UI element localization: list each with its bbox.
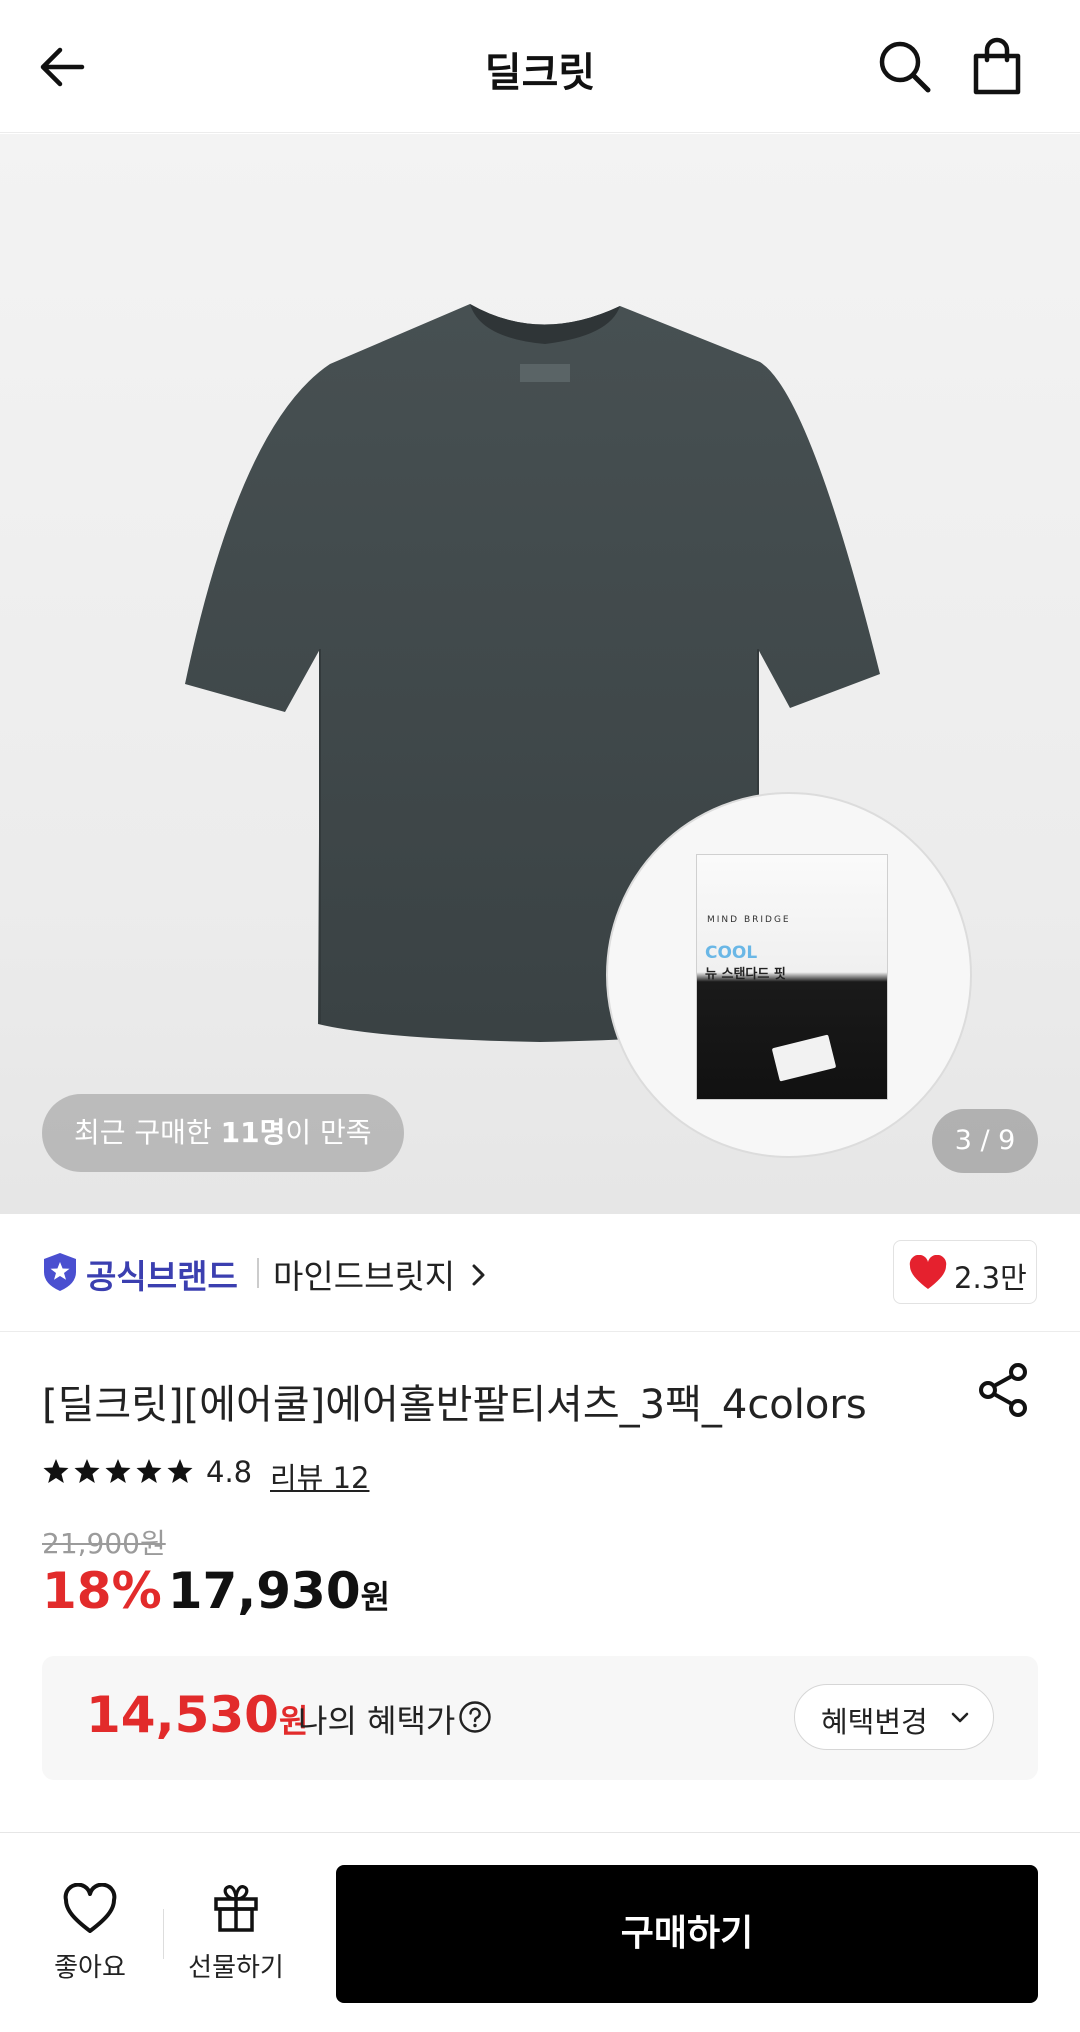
like-count: 2.3만 [954, 1261, 1027, 1295]
satisfaction-prefix: 최근 구매한 [74, 1116, 221, 1149]
price-currency: 원 [360, 1578, 391, 1616]
chevron-down-icon [951, 1712, 969, 1723]
satisfaction-count: 11명 [220, 1116, 286, 1149]
product-image-carousel[interactable]: MIND BRIDGE COOL 뉴 스탠다드 핏 최근 구매한 11명이 만족… [0, 134, 1080, 1214]
shopping-bag-icon[interactable] [962, 32, 1032, 102]
product-title: [딜크릿][에어쿨]에어홀반팔티셔츠_3팩_4colors [42, 1382, 867, 1428]
like-count-button[interactable]: 2.3만 [893, 1240, 1037, 1304]
heart-outline-icon [63, 1883, 117, 1933]
package-bag: MIND BRIDGE COOL 뉴 스탠다드 핏 [696, 854, 888, 1100]
change-benefit-label: 혜택변경 [821, 1705, 928, 1739]
package-cool-text: COOL [705, 943, 758, 963]
discount-rate: 18% [42, 1562, 162, 1620]
benefit-price-label: 나의 혜택가 [298, 1702, 456, 1740]
sale-price: 17,930 [167, 1562, 361, 1620]
package-brand-text: MIND BRIDGE [707, 915, 791, 925]
chevron-right-icon[interactable] [469, 1262, 489, 1288]
satisfaction-badge: 최근 구매한 11명이 만족 [42, 1094, 404, 1172]
help-question-icon[interactable] [458, 1700, 492, 1734]
gift-button[interactable]: 선물하기 [180, 1883, 292, 1993]
gift-icon [214, 1885, 258, 1932]
price-row: 18% 17,930원 [42, 1562, 390, 1622]
package-sub-text: 뉴 스탠다드 핏 [705, 967, 786, 982]
satisfaction-suffix: 이 만족 [285, 1116, 372, 1149]
official-brand-label: 공식브랜드 [86, 1257, 238, 1296]
brand-name-link[interactable]: 마인드브릿지 [273, 1250, 455, 1298]
benefit-price-box: 14,530원 나의 혜택가 혜택변경 [42, 1656, 1038, 1780]
heart-filled-icon [909, 1255, 947, 1289]
reviews-link[interactable]: 리뷰 12 [270, 1455, 369, 1497]
rating-score: 4.8 [206, 1455, 253, 1489]
like-button-label: 좋아요 [54, 1953, 126, 1983]
change-benefit-button[interactable]: 혜택변경 [794, 1684, 994, 1750]
brand-divider [257, 1258, 259, 1288]
brand-row: 공식브랜드 마인드브릿지 2.3만 [0, 1214, 1080, 1332]
rating-stars-icon [43, 1459, 193, 1483]
benefit-price-value: 14,530 [86, 1686, 279, 1744]
benefit-price: 14,530원 [86, 1686, 308, 1744]
official-brand-shield-icon [44, 1253, 76, 1291]
package-inset-image: MIND BRIDGE COOL 뉴 스탠다드 핏 [606, 792, 972, 1158]
gift-button-label: 선물하기 [188, 1953, 284, 1983]
package-tag [771, 1034, 837, 1082]
bottom-action-bar: 좋아요 선물하기 구매하기 [0, 1832, 1080, 2032]
original-price: 21,900원 [42, 1527, 166, 1560]
image-counter: 3 / 9 [932, 1109, 1038, 1173]
product-detail-page: 딜크릿 MIND BRIDGE COOL 뉴 스탠다드 핏 최근 구매한 11명… [0, 0, 1080, 2032]
top-app-bar: 딜크릿 [0, 0, 1080, 133]
search-icon[interactable] [870, 32, 940, 102]
share-icon[interactable] [976, 1360, 1032, 1420]
buy-button[interactable]: 구매하기 [336, 1865, 1038, 2003]
bottom-divider [163, 1909, 164, 1959]
like-button[interactable]: 좋아요 [40, 1883, 140, 1993]
